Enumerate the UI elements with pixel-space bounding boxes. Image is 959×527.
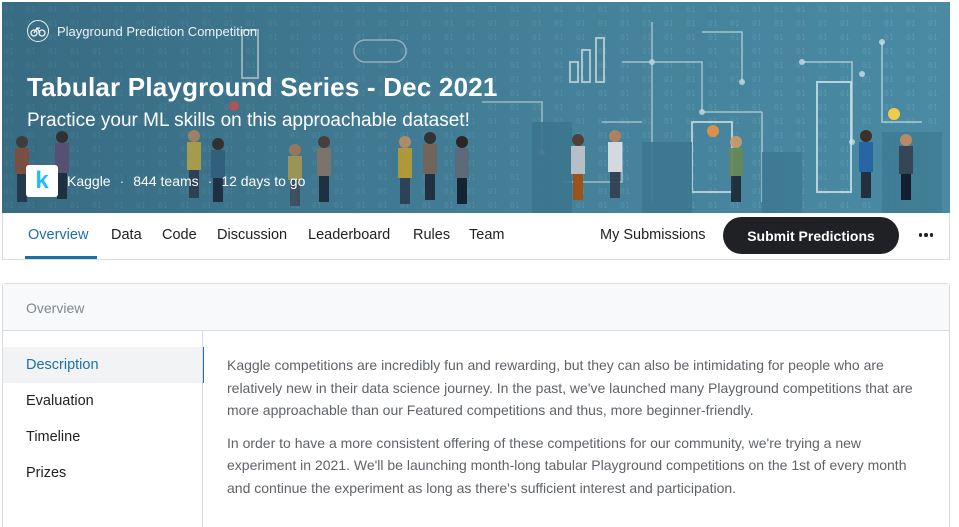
tab-data[interactable]: Data (111, 227, 142, 243)
overview-card-header: Overview (3, 284, 949, 331)
host-name[interactable]: Kaggle (67, 173, 111, 189)
active-tab-indicator (25, 256, 97, 259)
deadline-text: 12 days to go (221, 173, 306, 189)
competition-tabs: Overview Data Code Discussion Leaderboar… (2, 213, 950, 260)
competition-type-tag: Playground Prediction Competition (27, 20, 257, 42)
tab-code[interactable]: Code (162, 227, 197, 243)
competition-meta: k Kaggle · 844 teams · 12 days to go (26, 165, 305, 197)
description-paragraph: In order to have a more consistent offer… (227, 434, 907, 496)
meta-separator: · (119, 173, 125, 189)
overview-card: Overview Description Evaluation Timeline… (2, 283, 950, 527)
more-options-icon[interactable] (916, 225, 936, 245)
tab-leaderboard[interactable]: Leaderboard (308, 227, 390, 243)
tab-overview[interactable]: Overview (28, 227, 88, 243)
kaggle-logo-icon[interactable]: k (26, 165, 58, 197)
submit-predictions-button[interactable]: Submit Predictions (723, 217, 899, 254)
sidebar-divider (202, 331, 203, 527)
overview-section-title: Overview (26, 300, 85, 316)
competition-title: Tabular Playground Series - Dec 2021 (27, 72, 498, 102)
sidebar-item-evaluation[interactable]: Evaluation (3, 383, 202, 419)
team-count: 844 teams (133, 173, 199, 189)
tab-team[interactable]: Team (469, 227, 504, 243)
sidebar-item-prizes[interactable]: Prizes (3, 455, 202, 491)
tab-discussion[interactable]: Discussion (217, 227, 287, 243)
bicycle-icon (27, 20, 49, 42)
description-content: Kaggle competitions are incredibly fun a… (227, 354, 917, 509)
competition-type-label: Playground Prediction Competition (57, 23, 258, 39)
sidebar-item-timeline[interactable]: Timeline (3, 419, 202, 455)
sidebar-item-description[interactable]: Description (3, 347, 204, 383)
competition-subtitle: Practice your ML skills on this approach… (27, 110, 470, 131)
tab-rules[interactable]: Rules (413, 227, 450, 243)
meta-separator: · (207, 173, 213, 189)
competition-banner: 01 (2, 2, 950, 213)
description-paragraph: Kaggle competitions are incredibly fun a… (227, 357, 913, 418)
my-submissions-link[interactable]: My Submissions (600, 227, 706, 243)
